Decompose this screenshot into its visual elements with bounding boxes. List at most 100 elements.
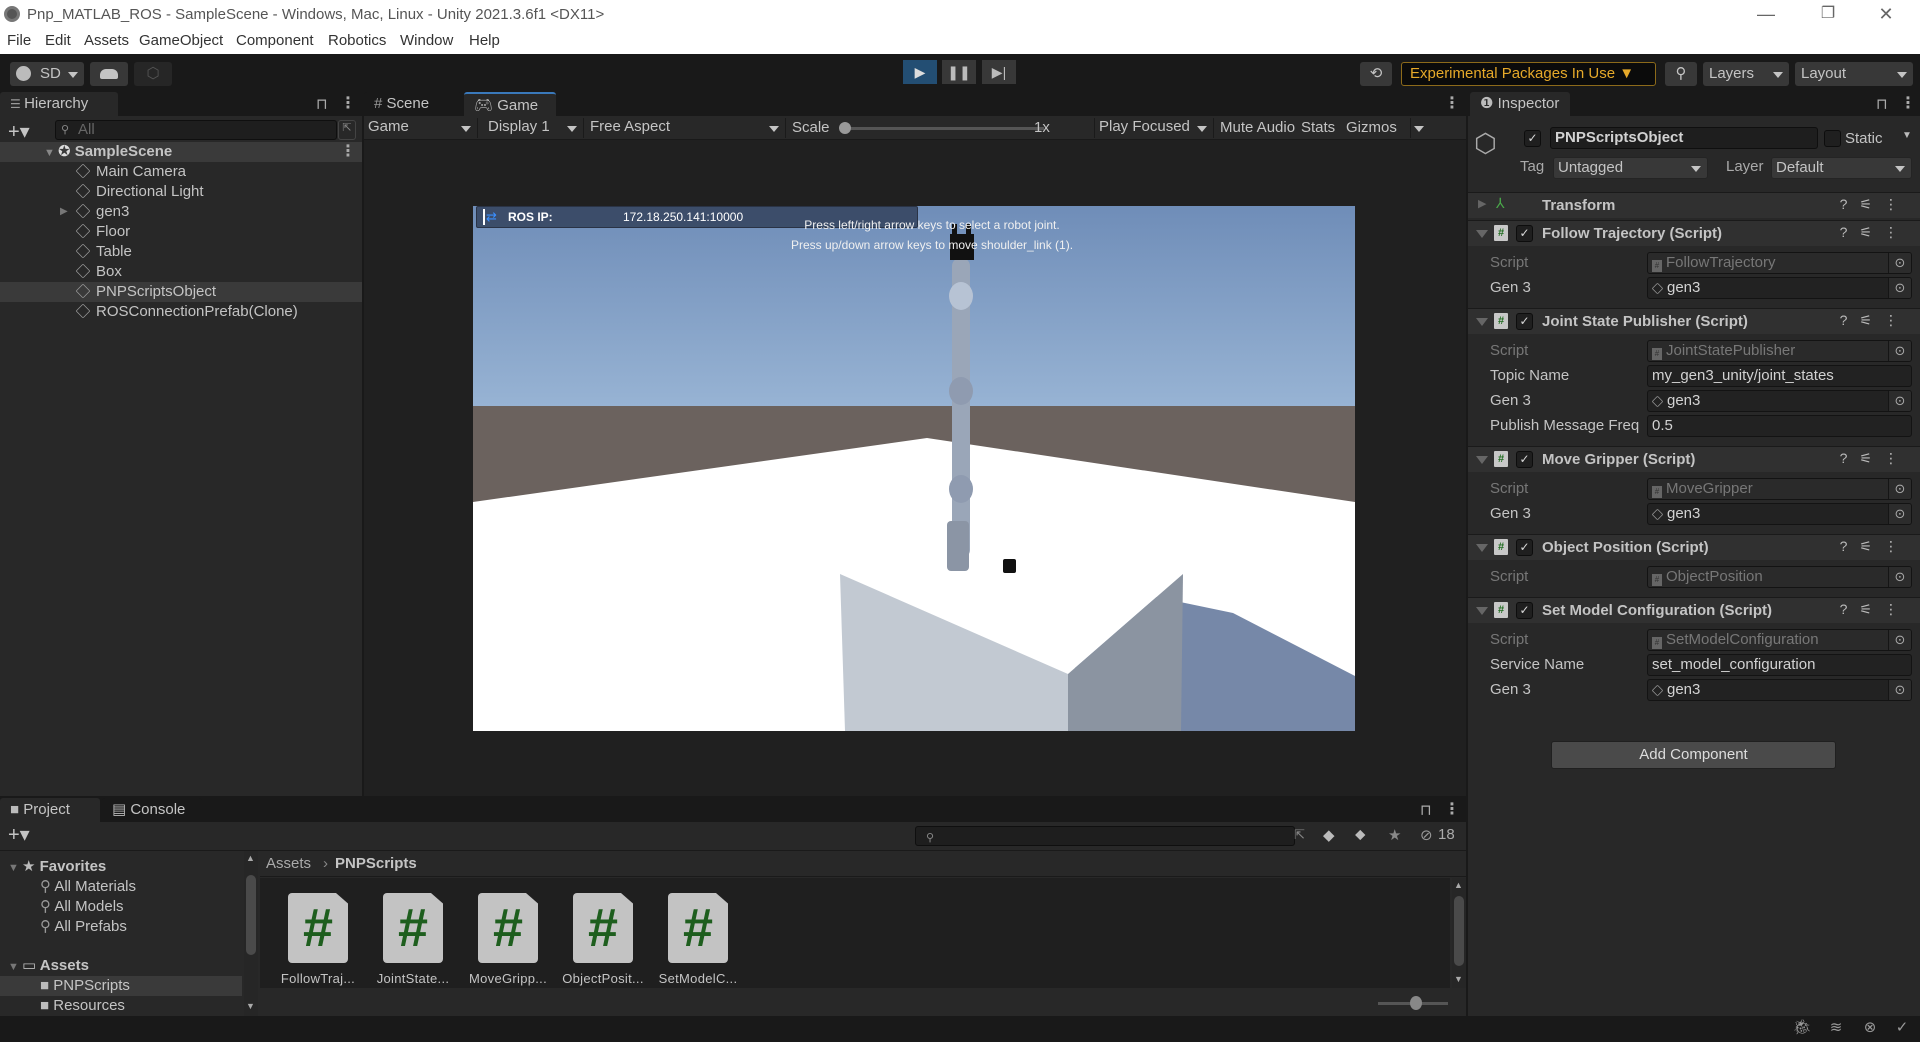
breadcrumb-pnpscripts[interactable]: PNPScripts (335, 855, 417, 872)
hierarchy-item[interactable]: Box (0, 262, 362, 282)
help-icon[interactable]: ? (1840, 450, 1860, 466)
preset-icon[interactable]: ⚟ (1859, 196, 1884, 212)
component-enabled-checkbox[interactable]: ✓ (1516, 602, 1533, 619)
component-menu-icon[interactable]: ⋮ (1884, 224, 1910, 240)
search-button[interactable]: ⚲ (1665, 62, 1697, 86)
project-search-input[interactable]: ⚲ (915, 826, 1295, 846)
filter-by-label-icon[interactable]: ⬥ (1355, 826, 1366, 843)
component-header[interactable]: # ✓ Set Model Configuration (Script) ?⚟⋮ (1468, 597, 1920, 623)
favorite-item[interactable]: ⚲ All Materials (0, 877, 136, 897)
object-reference-field[interactable]: gen3 ⊙ (1647, 503, 1912, 525)
tab-project[interactable]: ■ Project (0, 798, 100, 822)
create-asset-button[interactable]: +▾ (8, 822, 30, 847)
game-viewport[interactable]: ⇄ ROS IP: 172.18.250.141:10000 Press lef… (473, 206, 1355, 731)
favorite-item[interactable]: ⚲ All Prefabs (0, 917, 127, 937)
component-menu-icon[interactable]: ⋮ (1884, 312, 1910, 328)
expand-arrow-icon[interactable] (1476, 230, 1488, 238)
gizmos-toggle[interactable]: Gizmos (1346, 119, 1397, 136)
folder-item[interactable]: ■ Resources (0, 996, 125, 1016)
tree-scrollbar[interactable]: ▲ ▼ (244, 851, 258, 1016)
menu-assets[interactable]: Assets (84, 32, 129, 49)
menu-help[interactable]: Help (469, 32, 500, 49)
help-icon[interactable]: ? (1840, 312, 1860, 328)
help-icon[interactable]: ? (1840, 224, 1860, 240)
status-check-icon[interactable]: ✓ (1890, 1018, 1914, 1040)
scale-slider-handle[interactable] (839, 122, 851, 134)
display-dropdown[interactable]: Display 1 (484, 118, 584, 138)
more-icon[interactable]: ⋮ (1444, 96, 1460, 112)
layer-dropdown[interactable]: Default (1771, 157, 1912, 179)
scene-row[interactable]: ▼ ✪ SampleScene ⋮ (0, 142, 362, 162)
scale-slider-track[interactable] (844, 127, 1044, 130)
preset-icon[interactable]: ⚟ (1859, 312, 1884, 328)
search-expand-icon[interactable]: ⇱ (1294, 827, 1305, 843)
hierarchy-item[interactable]: Directional Light (0, 182, 362, 202)
game-dropdown[interactable]: Game (368, 118, 478, 138)
object-name-input[interactable]: PNPScriptsObject (1550, 127, 1818, 149)
asset-item[interactable]: # JointState... (363, 893, 463, 986)
step-button[interactable]: ▶| (982, 60, 1016, 84)
hierarchy-item[interactable]: PNPScriptsObject (0, 282, 362, 302)
maximize-button[interactable]: ❐ (1808, 2, 1848, 26)
expand-arrow-icon[interactable] (1476, 544, 1488, 552)
object-reference-field[interactable]: gen3 ⊙ (1647, 277, 1912, 299)
component-enabled-checkbox[interactable]: ✓ (1516, 225, 1533, 242)
expand-arrow-icon[interactable] (1476, 318, 1488, 326)
object-picker-icon[interactable]: ⊙ (1888, 278, 1911, 298)
grid-scrollbar[interactable]: ▲ ▼ (1452, 878, 1466, 988)
component-header[interactable]: # ✓ Object Position (Script) ?⚟⋮ (1468, 534, 1920, 560)
hierarchy-item[interactable]: Floor (0, 222, 362, 242)
favorites-row[interactable]: ▼ ★ Favorites (0, 857, 106, 877)
component-menu-icon[interactable]: ⋮ (1884, 538, 1910, 554)
account-dropdown[interactable]: SD (10, 62, 84, 86)
folder-item[interactable]: ■ PNPScripts (0, 976, 242, 996)
gameobject-icon[interactable]: ⬡ (1474, 128, 1504, 158)
more-icon[interactable]: ⋮ (1444, 802, 1460, 818)
cloud-button[interactable] (90, 62, 128, 86)
help-icon[interactable]: ? (1840, 538, 1860, 554)
auto-generate-lighting-icon[interactable]: ⊗ (1858, 1018, 1882, 1040)
lock-icon[interactable]: ⊓ (1876, 95, 1888, 113)
hidden-packages-icon[interactable]: ⊘ (1420, 826, 1433, 844)
layers-dropdown[interactable]: Layers (1703, 62, 1789, 86)
scene-menu-icon[interactable]: ⋮ (340, 144, 356, 160)
undo-history-button[interactable]: ⟲ (1360, 62, 1392, 86)
property-text-field[interactable]: 0.5 (1647, 415, 1912, 437)
component-header[interactable]: ▶ ⅄ Transform ?⚟⋮ (1468, 192, 1920, 218)
property-text-field[interactable]: set_model_configuration (1647, 654, 1912, 676)
play-mode-dropdown[interactable]: Play Focused (1094, 118, 1214, 138)
preset-icon[interactable]: ⚟ (1859, 224, 1884, 240)
add-component-button[interactable]: Add Component (1551, 741, 1836, 769)
tab-game[interactable]: 🎮︎ Game (464, 92, 556, 116)
cache-server-icon[interactable]: ≋ (1824, 1018, 1848, 1040)
favorite-star-icon[interactable]: ★ (1388, 826, 1401, 844)
property-text-field[interactable]: my_gen3_unity/joint_states (1647, 365, 1912, 387)
filter-by-type-icon[interactable]: ◆ (1323, 826, 1335, 844)
component-menu-icon[interactable]: ⋮ (1884, 196, 1910, 212)
collab-button[interactable]: ⬡ (134, 62, 172, 86)
object-reference-field[interactable]: gen3 ⊙ (1647, 679, 1912, 701)
static-checkbox[interactable] (1824, 130, 1841, 147)
object-picker-icon[interactable]: ⊙ (1888, 391, 1911, 411)
menu-gameobject[interactable]: GameObject (139, 32, 223, 49)
aspect-dropdown[interactable]: Free Aspect (588, 118, 786, 138)
lock-icon[interactable]: ⊓ (1420, 801, 1432, 819)
object-picker-icon[interactable]: ⊙ (1888, 680, 1911, 700)
hierarchy-item[interactable]: ▶ gen3 (0, 202, 362, 222)
object-picker-icon[interactable]: ⊙ (1888, 504, 1911, 524)
hierarchy-item[interactable]: Table (0, 242, 362, 262)
menu-file[interactable]: File (7, 32, 31, 49)
tab-hierarchy[interactable]: ☰ Hierarchy (0, 92, 118, 116)
debug-icon[interactable]: 🐞︎ (1790, 1018, 1814, 1040)
mute-audio-toggle[interactable]: Mute Audio (1220, 119, 1295, 136)
component-enabled-checkbox[interactable]: ✓ (1516, 539, 1533, 556)
tab-console[interactable]: ▤ Console (102, 798, 202, 822)
hierarchy-search-input[interactable]: ⚲ All (55, 120, 337, 140)
expand-arrow-icon[interactable]: ▶ (60, 202, 68, 222)
expand-arrow-icon[interactable] (1476, 607, 1488, 615)
layout-dropdown[interactable]: Layout (1795, 62, 1913, 86)
help-icon[interactable]: ? (1840, 196, 1860, 212)
menu-robotics[interactable]: Robotics (328, 32, 386, 49)
hierarchy-item[interactable]: ROSConnectionPrefab(Clone) (0, 302, 362, 322)
asset-item[interactable]: # FollowTraj... (268, 893, 368, 986)
